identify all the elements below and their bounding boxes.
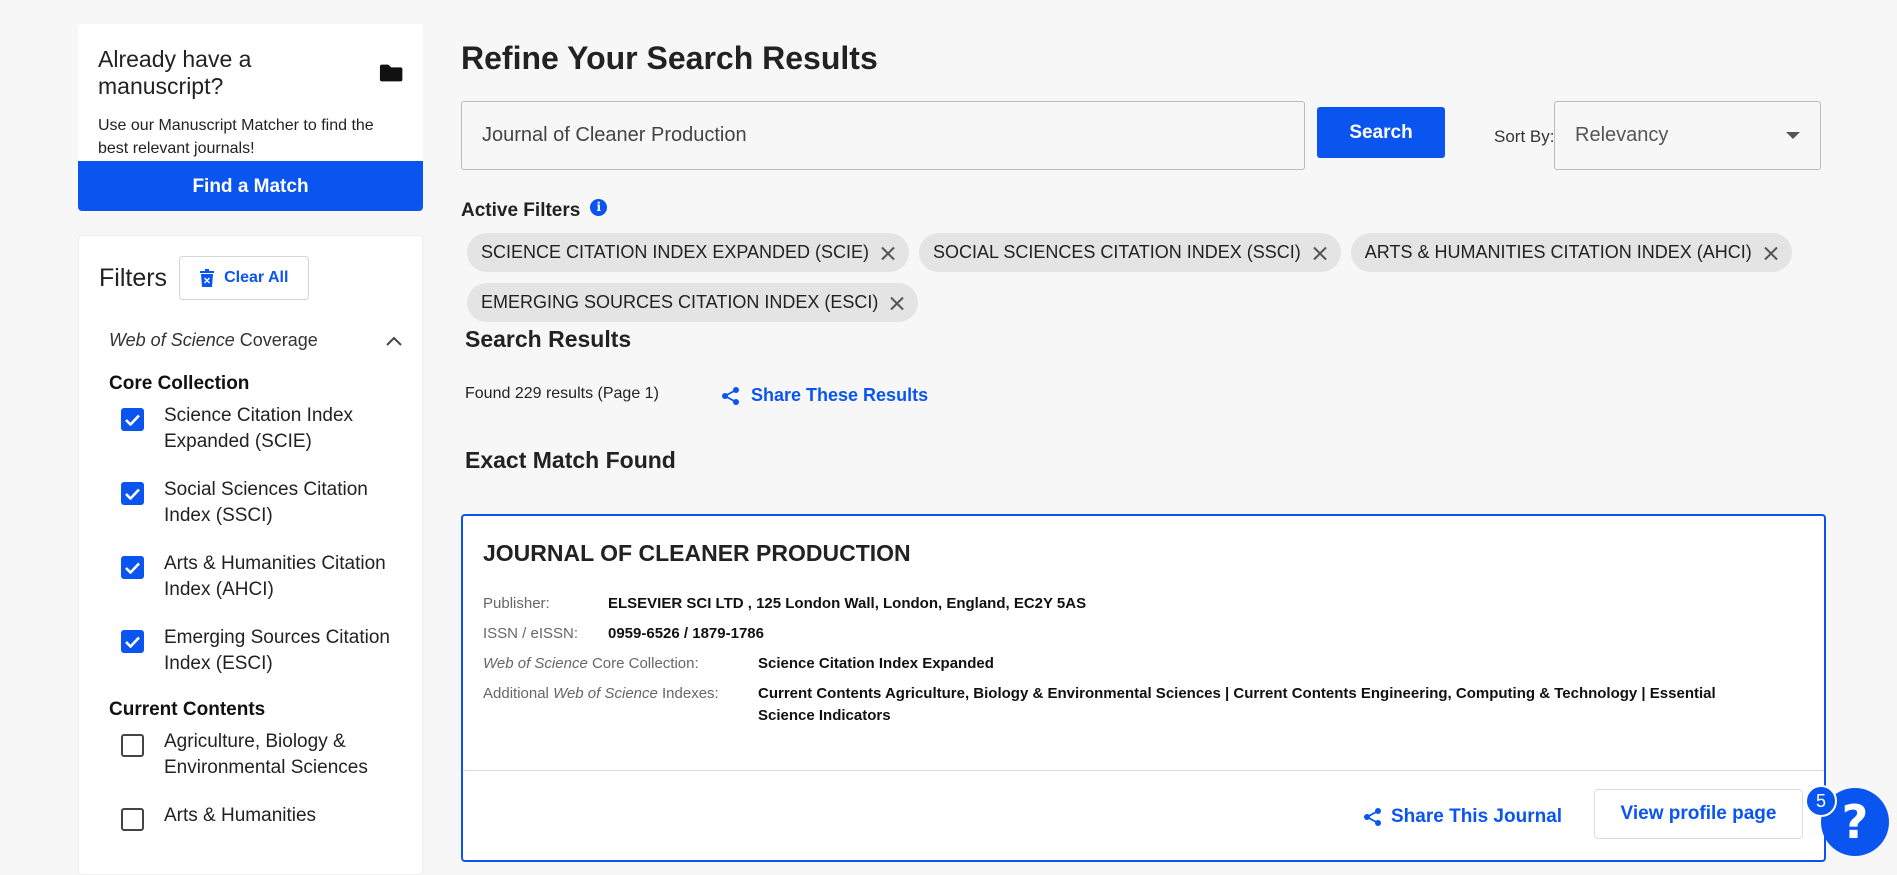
view-profile-button[interactable]: View profile page xyxy=(1594,789,1803,839)
coverage-section-toggle[interactable]: Web of Science Coverage xyxy=(99,330,402,351)
additional-indexes-label: Additional Web of Science Indexes: xyxy=(483,685,719,702)
core-collection-list: Science Citation Index Expanded (SCIE) So… xyxy=(99,403,402,677)
checkmark-icon xyxy=(125,562,140,574)
filter-checkbox-label: Emerging Sources Citation Index (ESCI) xyxy=(164,627,390,674)
filter-checkbox-row[interactable]: Social Sciences Citation Index (SSCI) xyxy=(99,477,402,529)
checkbox-checked[interactable] xyxy=(121,408,144,431)
checkmark-icon xyxy=(125,488,140,500)
core-collection-label: Web of Science Core Collection: xyxy=(483,655,699,672)
core-collection-value: Science Citation Index Expanded xyxy=(758,655,994,672)
folder-icon xyxy=(379,64,403,82)
page-title: Refine Your Search Results xyxy=(461,40,878,76)
active-filters-label: Active Filters i xyxy=(461,198,608,222)
share-icon xyxy=(722,386,739,405)
remove-filter-icon[interactable] xyxy=(881,246,895,260)
info-icon[interactable]: i xyxy=(590,198,608,216)
filter-checkbox-label: Arts & Humanities Citation Index (AHCI) xyxy=(164,553,386,600)
checkbox-checked[interactable] xyxy=(121,630,144,653)
active-filter-chip: ARTS & HUMANITIES CITATION INDEX (AHCI) xyxy=(1350,233,1792,272)
caret-down-icon xyxy=(1786,132,1800,139)
checkbox-unchecked[interactable] xyxy=(121,734,144,757)
current-contents-list: Agriculture, Biology & Environmental Sci… xyxy=(99,729,402,831)
share-journal-link[interactable]: Share This Journal xyxy=(1363,806,1562,828)
checkbox-checked[interactable] xyxy=(121,556,144,579)
search-input[interactable] xyxy=(461,101,1305,170)
chip-label: ARTS & HUMANITIES CITATION INDEX (AHCI) xyxy=(1364,242,1752,262)
help-notification-badge: 5 xyxy=(1805,785,1837,817)
filter-checkbox-row[interactable]: Agriculture, Biology & Environmental Sci… xyxy=(99,729,402,781)
active-filter-chip: SCIENCE CITATION INDEX EXPANDED (SCIE) xyxy=(467,233,910,272)
sidebar: Already have a manuscript? Use our Manus… xyxy=(78,24,423,875)
manuscript-description: Use our Manuscript Matcher to find the b… xyxy=(98,117,374,157)
publisher-value: ELSEVIER SCI LTD , 125 London Wall, Lond… xyxy=(608,595,1087,612)
filter-checkbox-row[interactable]: Emerging Sources Citation Index (ESCI) xyxy=(99,625,402,677)
filters-title: Filters xyxy=(99,263,168,292)
filter-checkbox-row[interactable]: Arts & Humanities Citation Index (AHCI) xyxy=(99,551,402,603)
current-contents-title: Current Contents xyxy=(109,699,266,720)
checkbox-checked[interactable] xyxy=(121,482,144,505)
checkbox-unchecked[interactable] xyxy=(121,808,144,831)
manuscript-card: Already have a manuscript? Use our Manus… xyxy=(78,24,423,161)
exact-match-title: Exact Match Found xyxy=(465,447,676,473)
filter-checkbox-label: Science Citation Index Expanded (SCIE) xyxy=(164,405,354,452)
active-filter-chips: SCIENCE CITATION INDEX EXPANDED (SCIE) SO… xyxy=(467,233,1797,322)
active-filter-chip: EMERGING SOURCES CITATION INDEX (ESCI) xyxy=(467,283,919,322)
core-collection-title: Core Collection xyxy=(109,373,250,394)
search-button[interactable]: Search xyxy=(1317,107,1445,158)
filter-checkbox-label: Agriculture, Biology & Environmental Sci… xyxy=(164,731,368,778)
find-a-match-button[interactable]: Find a Match xyxy=(78,161,423,211)
chip-label: SOCIAL SCIENCES CITATION INDEX (SSCI) xyxy=(933,242,1301,262)
share-icon xyxy=(1364,808,1381,826)
results-count: Found 229 results (Page 1) xyxy=(465,385,659,402)
clear-all-button[interactable]: Clear All xyxy=(179,256,310,300)
coverage-label: Web of Science Coverage xyxy=(109,330,318,350)
active-filter-chip: SOCIAL SCIENCES CITATION INDEX (SSCI) xyxy=(919,233,1341,272)
card-divider xyxy=(463,770,1824,771)
journal-result-card: JOURNAL OF CLEANER PRODUCTION Publisher:… xyxy=(461,514,1826,862)
chevron-up-icon xyxy=(386,336,402,346)
filter-checkbox-row[interactable]: Arts & Humanities xyxy=(99,803,402,831)
remove-filter-icon[interactable] xyxy=(1764,246,1778,260)
journal-title[interactable]: JOURNAL OF CLEANER PRODUCTION xyxy=(483,540,911,567)
search-results-title: Search Results xyxy=(465,326,632,352)
trash-icon xyxy=(200,269,215,287)
filters-header: Filters Clear All xyxy=(99,256,402,300)
manuscript-title: Already have a manuscript? xyxy=(98,46,403,100)
filters-panel: Filters Clear All Web of Science Coverag… xyxy=(78,235,423,875)
chip-label: SCIENCE CITATION INDEX EXPANDED (SCIE) xyxy=(481,242,870,262)
sort-by-label: Sort By: xyxy=(1494,127,1555,146)
remove-filter-icon[interactable] xyxy=(1313,246,1327,260)
remove-filter-icon[interactable] xyxy=(890,296,904,310)
filter-checkbox-label: Social Sciences Citation Index (SSCI) xyxy=(164,479,368,526)
additional-indexes-value: Current Contents Agriculture, Biology & … xyxy=(758,685,1716,724)
sort-by-select[interactable]: Relevancy xyxy=(1554,101,1821,170)
chip-label: EMERGING SOURCES CITATION INDEX (ESCI) xyxy=(481,292,879,312)
share-results-link[interactable]: Share These Results xyxy=(721,385,928,406)
checkmark-icon xyxy=(125,636,140,648)
issn-label: ISSN / eISSN: xyxy=(483,625,579,642)
filter-checkbox-label: Arts & Humanities xyxy=(164,805,317,826)
checkmark-icon xyxy=(125,414,140,426)
issn-value: 0959-6526 / 1879-1786 xyxy=(608,625,764,642)
publisher-label: Publisher: xyxy=(483,595,550,612)
filter-checkbox-row[interactable]: Science Citation Index Expanded (SCIE) xyxy=(99,403,402,455)
